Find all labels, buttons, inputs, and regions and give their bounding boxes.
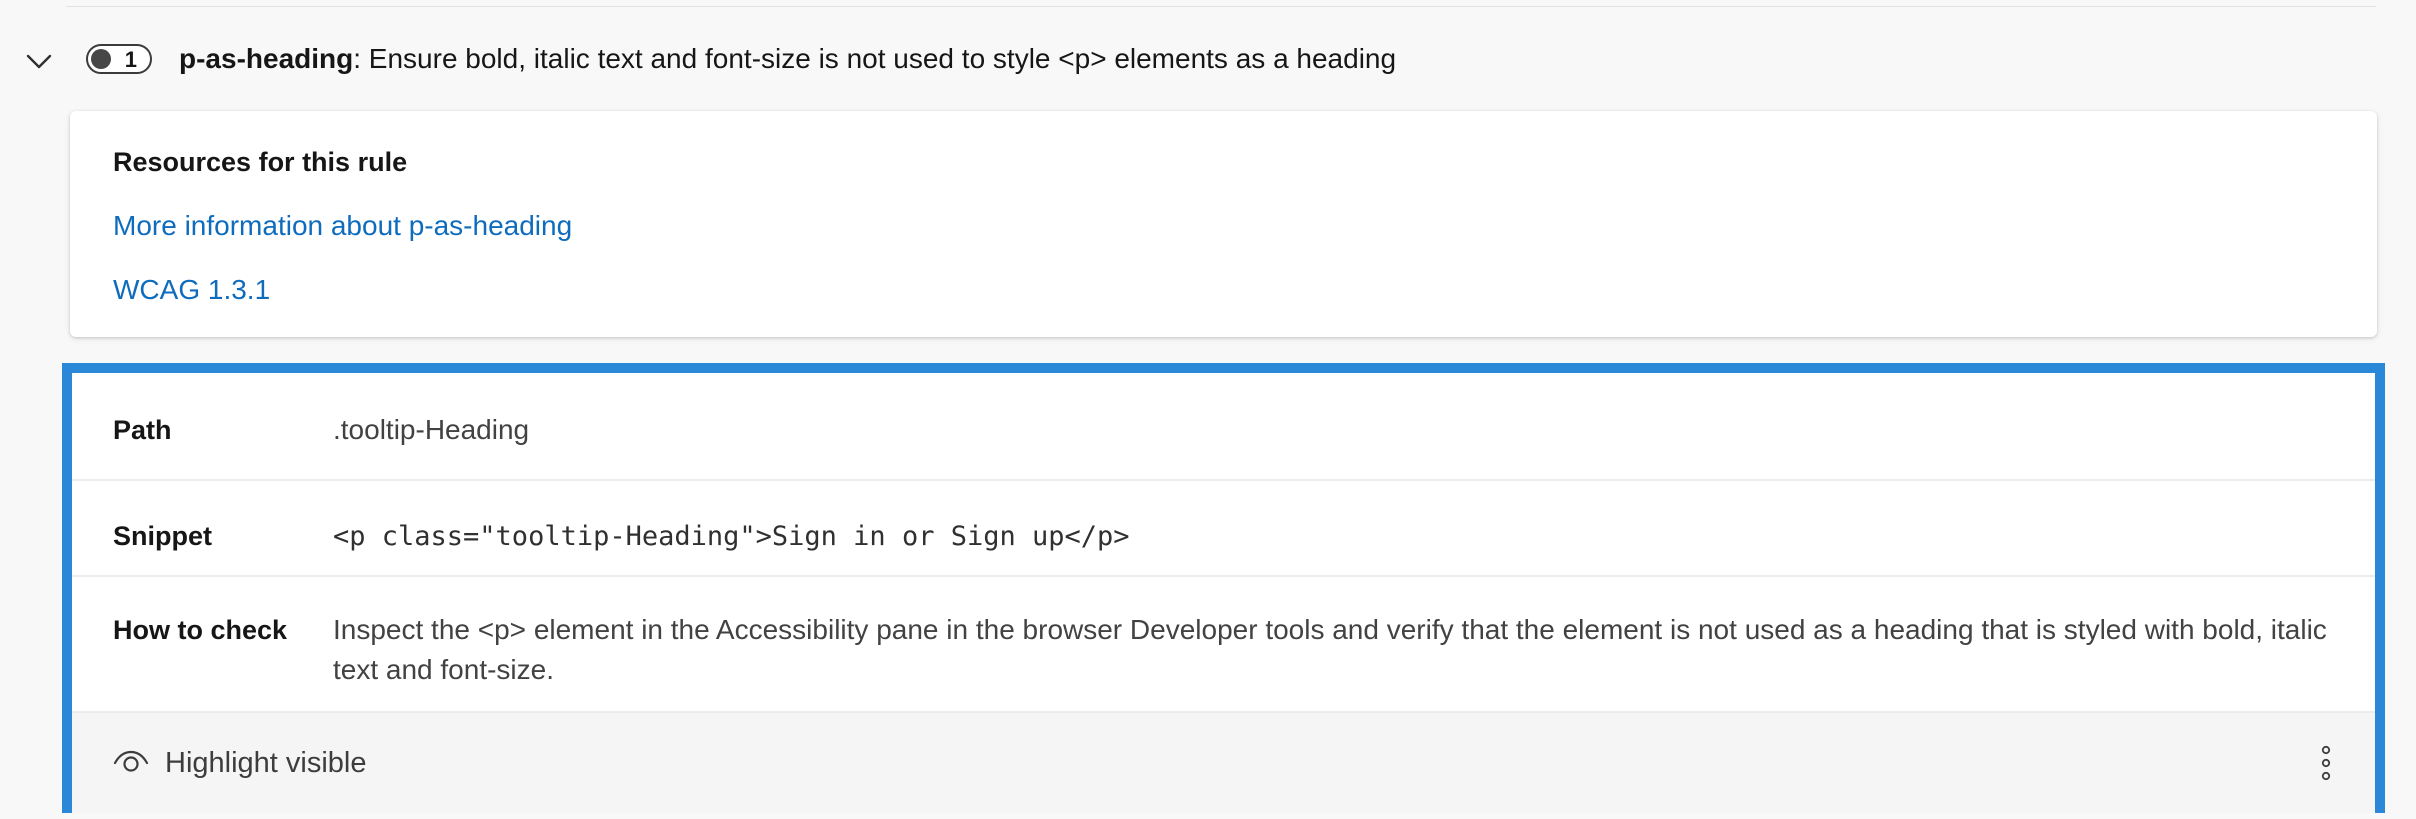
more-vertical-icon[interactable] xyxy=(2313,741,2339,785)
how-to-check-value: Inspect the <p> element in the Accessibi… xyxy=(333,614,2327,685)
resources-card: Resources for this rule More information… xyxy=(70,111,2377,337)
how-to-check-row: How to check Inspect the <p> element in … xyxy=(72,575,2375,713)
snippet-label: Snippet xyxy=(113,521,212,551)
path-value: .tooltip-Heading xyxy=(333,414,530,445)
more-info-link[interactable]: More information about p-as-heading xyxy=(113,209,572,243)
chevron-down-icon[interactable] xyxy=(24,47,54,77)
instance-footer: Highlight visible xyxy=(72,713,2375,813)
highlight-visible-button[interactable]: Highlight visible xyxy=(113,743,367,783)
failure-instance-card[interactable]: Path .tooltip-Heading Snippet <p class="… xyxy=(62,363,2385,813)
rule-title: p-as-heading: Ensure bold, italic text a… xyxy=(179,42,1396,76)
highlight-visible-label: Highlight visible xyxy=(165,747,367,779)
eye-icon xyxy=(113,749,149,777)
rule-description: : Ensure bold, italic text and font-size… xyxy=(353,43,1397,74)
snippet-row: Snippet <p class="tooltip-Heading">Sign … xyxy=(72,479,2375,577)
failure-count: 1 xyxy=(124,47,137,72)
how-to-check-label: How to check xyxy=(113,615,288,645)
path-row: Path .tooltip-Heading xyxy=(72,373,2375,481)
wcag-link[interactable]: WCAG 1.3.1 xyxy=(113,273,270,307)
rule-group-header: 1 p-as-heading: Ensure bold, italic text… xyxy=(0,0,2416,110)
badge-knob xyxy=(91,49,111,69)
resources-title: Resources for this rule xyxy=(113,147,408,177)
rule-id: p-as-heading xyxy=(179,43,354,74)
failure-count-badge: 1 xyxy=(86,44,152,74)
path-label: Path xyxy=(113,415,172,445)
snippet-value: <p class="tooltip-Heading">Sign in or Si… xyxy=(333,521,1130,552)
